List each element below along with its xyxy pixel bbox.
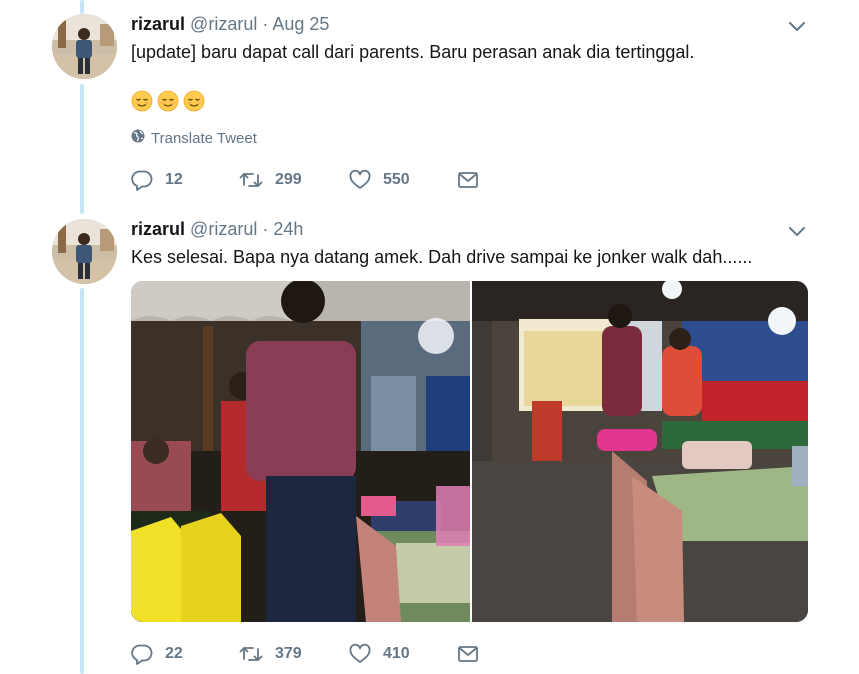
tweet-timestamp[interactable]: 24h [273, 219, 303, 239]
reply-icon [131, 643, 153, 665]
thread-line-top [80, 0, 84, 14]
translate-tweet-label: Translate Tweet [151, 129, 257, 147]
retweet-count: 299 [275, 171, 302, 188]
display-name[interactable]: rizarul [131, 219, 185, 239]
retweet-icon [239, 169, 263, 191]
retweet-button[interactable]: 299 [239, 169, 349, 191]
like-button[interactable]: 550 [349, 169, 457, 191]
user-handle[interactable]: @rizarul [190, 219, 257, 239]
tweet-photo-1[interactable] [131, 281, 470, 622]
tweet-header: rizarul @rizarul · Aug 25 [131, 13, 329, 35]
avatar[interactable] [52, 219, 117, 284]
relieved-face-emoji-icon [131, 90, 153, 117]
display-name[interactable]: rizarul [131, 14, 185, 34]
emoji-row [131, 90, 205, 117]
thread-line-1 [80, 84, 84, 214]
retweet-icon [239, 643, 263, 665]
tweet-media [131, 281, 808, 622]
relieved-face-emoji-icon [183, 90, 205, 117]
retweet-count: 379 [275, 645, 302, 662]
thread-line-2 [80, 288, 84, 674]
header-separator: · [262, 14, 269, 34]
reply-button[interactable]: 22 [131, 643, 239, 665]
retweet-button[interactable]: 379 [239, 643, 349, 665]
envelope-icon [457, 169, 479, 191]
reply-count: 12 [165, 171, 183, 188]
more-options-caret-icon[interactable] [788, 17, 806, 35]
tweet-actions: 12 299 550 [131, 169, 479, 191]
reply-button[interactable]: 12 [131, 169, 239, 191]
tweet-timestamp[interactable]: Aug 25 [272, 14, 329, 34]
direct-message-button[interactable] [457, 169, 479, 191]
globe-icon [131, 129, 145, 147]
tweet-photo-2[interactable] [472, 281, 808, 622]
header-separator: · [262, 219, 269, 239]
heart-icon [349, 643, 371, 665]
direct-message-button[interactable] [457, 643, 479, 665]
tweet-text: Kes selesai. Bapa nya datang amek. Dah d… [131, 247, 753, 267]
tweet-header: rizarul @rizarul · 24h [131, 218, 303, 240]
heart-icon [349, 169, 371, 191]
relieved-face-emoji-icon [157, 90, 179, 117]
more-options-caret-icon[interactable] [788, 222, 806, 240]
like-count: 410 [383, 645, 410, 662]
reply-count: 22 [165, 645, 183, 662]
like-button[interactable]: 410 [349, 643, 457, 665]
reply-icon [131, 169, 153, 191]
envelope-icon [457, 643, 479, 665]
user-handle[interactable]: @rizarul [190, 14, 257, 34]
tweet-actions: 22 379 410 [131, 643, 479, 665]
tweet-text: [update] baru dapat call dari parents. B… [131, 42, 695, 62]
translate-tweet-link[interactable]: Translate Tweet [131, 129, 257, 147]
avatar[interactable] [52, 14, 117, 79]
like-count: 550 [383, 171, 410, 188]
